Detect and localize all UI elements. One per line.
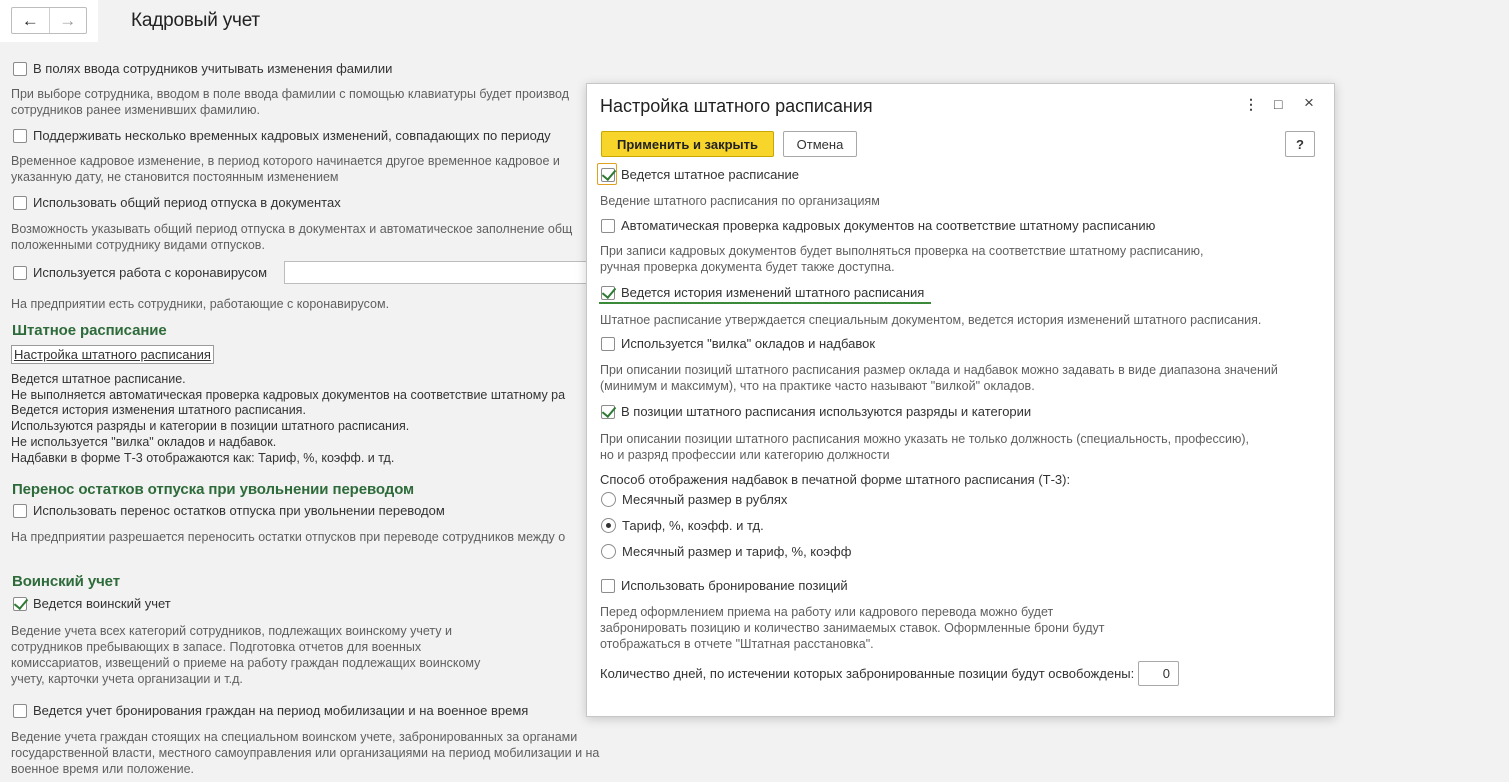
surname-changes-label: В полях ввода сотрудников учитывать изме…	[33, 61, 393, 76]
temp-changes-hint: Временное кадровое изменение, в период к…	[11, 154, 560, 184]
arrow-right-icon: →	[59, 10, 77, 30]
auto-check-option[interactable]: Автоматическая проверка кадровых докумен…	[601, 218, 1155, 233]
display-mode-option-tariff[interactable]: Тариф, %, коэфф. и тд.	[601, 518, 764, 533]
days-input[interactable]: 0	[1138, 661, 1179, 686]
close-icon[interactable]: ×	[1304, 93, 1314, 113]
forward-button[interactable]: →	[48, 8, 87, 33]
history-option[interactable]: Ведется история изменений штатного распи…	[601, 285, 924, 300]
auto-check-checkbox[interactable]	[601, 218, 615, 233]
temp-changes-option[interactable]: Поддерживать несколько временных кадровы…	[13, 128, 551, 143]
grades-hint: При описании позиции штатного расписания…	[600, 432, 1249, 462]
page-title: Кадровый учет	[131, 10, 260, 31]
temp-changes-label: Поддерживать несколько временных кадровы…	[33, 128, 551, 143]
transfer-section-title: Перенос остатков отпуска при увольнении …	[12, 481, 415, 498]
navigation-buttons: ← →	[11, 7, 87, 34]
display-mode-option-label: Месячный размер в рублях	[622, 492, 788, 507]
coronavirus-option[interactable]: Используется работа с коронавирусом	[13, 265, 267, 280]
history-checkbox[interactable]	[601, 285, 615, 300]
staffing-settings-link[interactable]: Настройка штатного расписания	[11, 345, 214, 364]
staffing-section-title: Штатное расписание	[12, 322, 167, 339]
coronavirus-hint: На предприятии есть сотрудники, работающ…	[11, 297, 390, 311]
back-button[interactable]: ←	[12, 8, 49, 33]
staffing-option[interactable]: Ведется штатное расписание	[601, 167, 799, 182]
grades-label: В позиции штатного расписания используют…	[621, 404, 1032, 419]
reservation-label: Ведется учет бронирования граждан на пер…	[33, 703, 529, 718]
display-mode-option-monthly[interactable]: Месячный размер в рублях	[601, 492, 787, 507]
fork-hint: При описании позиций штатного расписания…	[600, 363, 1278, 393]
history-label: Ведется история изменений штатного распи…	[621, 285, 925, 300]
history-highlight-underline	[599, 302, 931, 304]
auto-check-label: Автоматическая проверка кадровых докумен…	[621, 218, 1156, 233]
surname-changes-checkbox[interactable]	[13, 61, 27, 76]
display-mode-radio-monthly[interactable]	[601, 492, 616, 507]
display-mode-label: Способ отображения надбавок в печатной ф…	[600, 472, 1071, 487]
arrow-left-icon: ←	[21, 10, 39, 30]
surname-changes-hint: При выборе сотрудника, вводом в поле вво…	[11, 87, 570, 117]
dialog-title: Настройка штатного расписания	[600, 96, 873, 116]
staffing-label: Ведется штатное расписание	[621, 167, 800, 182]
vacation-period-label: Использовать общий период отпуска в доку…	[33, 195, 341, 210]
booking-checkbox[interactable]	[601, 578, 615, 593]
history-hint: Штатное расписание утверждается специаль…	[600, 313, 1262, 327]
military-label: Ведется воинский учет	[33, 596, 171, 611]
transfer-label: Использовать перенос остатков отпуска пр…	[33, 503, 445, 518]
maximize-icon[interactable]: □	[1274, 96, 1282, 112]
display-mode-radio-both[interactable]	[601, 544, 616, 559]
vacation-period-option[interactable]: Использовать общий период отпуска в доку…	[13, 195, 341, 210]
auto-check-hint: При записи кадровых документов будет вып…	[600, 244, 1204, 274]
booking-hint: Перед оформлением приема на работу или к…	[600, 605, 1105, 651]
display-mode-option-label: Месячный размер и тариф, %, коэфф	[622, 544, 852, 559]
toolbar: ← →	[0, 0, 98, 42]
coronavirus-checkbox[interactable]	[13, 265, 27, 280]
coronavirus-input[interactable]	[284, 261, 588, 284]
grades-option[interactable]: В позиции штатного расписания используют…	[601, 404, 1031, 419]
vacation-period-checkbox[interactable]	[13, 195, 27, 210]
days-label: Количество дней, по истечении которых за…	[600, 666, 1135, 681]
transfer-hint: На предприятии разрешается переносить ос…	[11, 530, 566, 544]
staffing-checkbox[interactable]	[601, 167, 615, 182]
display-mode-option-label: Тариф, %, коэфф. и тд.	[622, 518, 764, 533]
display-mode-radio-tariff[interactable]	[601, 518, 616, 533]
coronavirus-label: Используется работа с коронавирусом	[33, 265, 268, 280]
temp-changes-checkbox[interactable]	[13, 128, 27, 143]
fork-label: Используется "вилка" окладов и надбавок	[621, 336, 876, 351]
fork-option[interactable]: Используется "вилка" окладов и надбавок	[601, 336, 875, 351]
grades-checkbox[interactable]	[601, 404, 615, 419]
military-section-title: Воинский учет	[12, 573, 120, 590]
vacation-period-hint: Возможность указывать общий период отпус…	[11, 222, 573, 252]
reservation-option[interactable]: Ведется учет бронирования граждан на пер…	[13, 703, 528, 718]
booking-option[interactable]: Использовать бронирование позиций	[601, 578, 848, 593]
staffing-settings-dialog: Настройка штатного расписания ⋮ □ × Прим…	[586, 83, 1335, 717]
apply-and-close-button[interactable]: Применить и закрыть	[601, 131, 774, 157]
staffing-hint: Ведение штатного расписания по организац…	[600, 194, 880, 208]
military-checkbox[interactable]	[13, 596, 27, 611]
reservation-hint: Ведение учета граждан стоящих на специал…	[11, 730, 600, 776]
cancel-button[interactable]: Отмена	[783, 131, 857, 157]
staffing-summary: Ведется штатное расписание. Не выполняет…	[11, 372, 566, 465]
reservation-checkbox[interactable]	[13, 703, 27, 718]
fork-checkbox[interactable]	[601, 336, 615, 351]
surname-changes-option[interactable]: В полях ввода сотрудников учитывать изме…	[13, 61, 392, 76]
help-button[interactable]: ?	[1285, 131, 1315, 157]
military-hint: Ведение учета всех категорий сотрудников…	[11, 624, 481, 686]
transfer-option[interactable]: Использовать перенос остатков отпуска пр…	[13, 503, 445, 518]
more-menu-icon[interactable]: ⋮	[1244, 96, 1258, 113]
booking-label: Использовать бронирование позиций	[621, 578, 848, 593]
military-option[interactable]: Ведется воинский учет	[13, 596, 171, 611]
transfer-checkbox[interactable]	[13, 503, 27, 518]
display-mode-option-both[interactable]: Месячный размер и тариф, %, коэфф	[601, 544, 851, 559]
